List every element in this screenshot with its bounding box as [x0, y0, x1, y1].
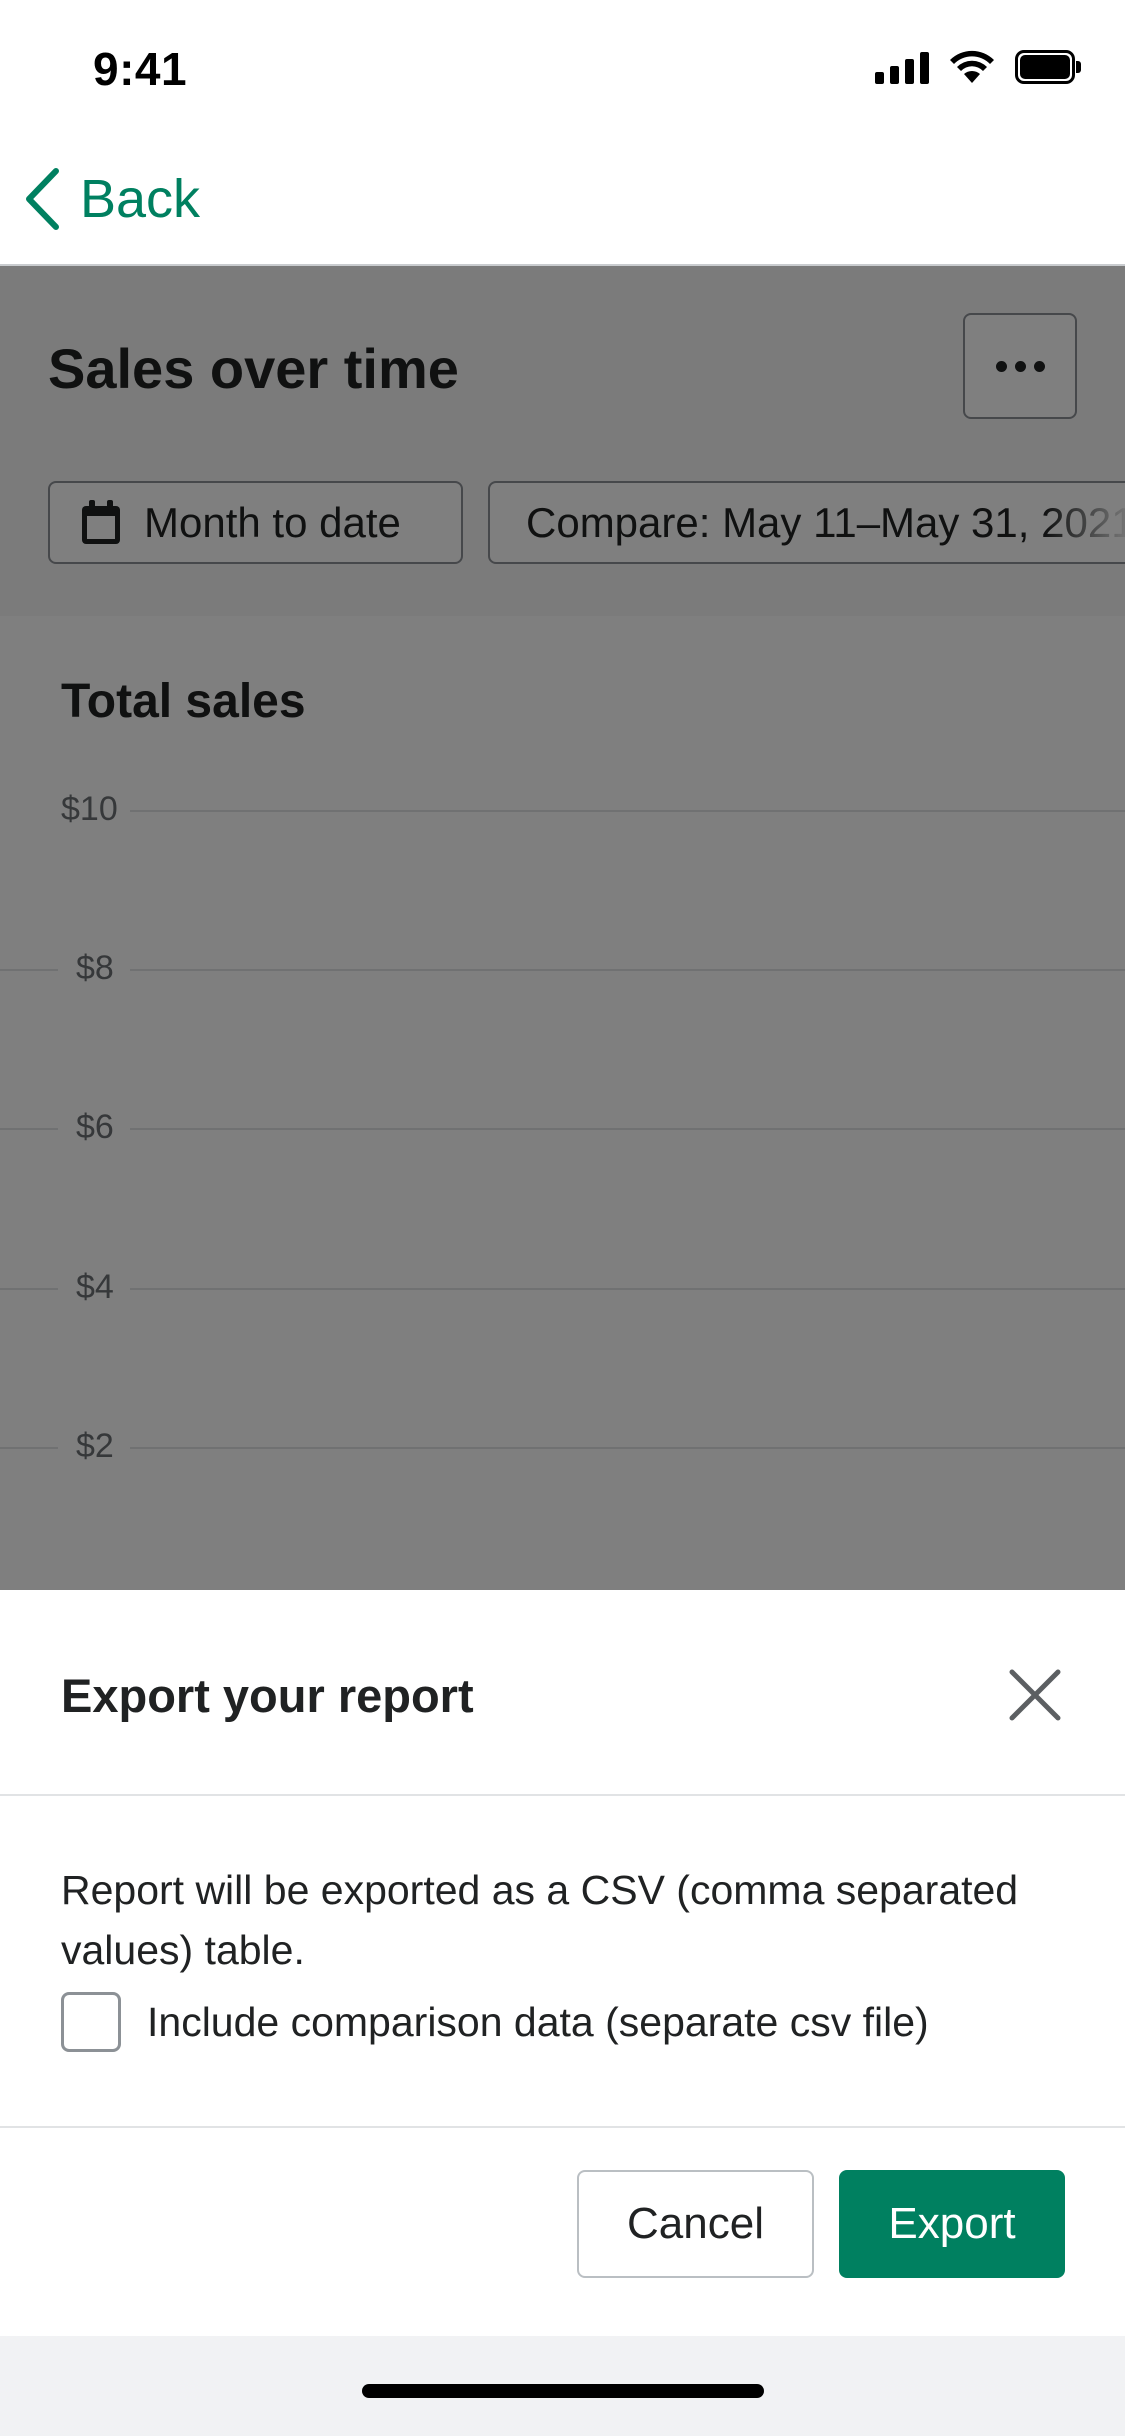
battery-icon [1015, 50, 1081, 84]
sheet-title: Export your report [61, 1669, 474, 1722]
status-time: 9:41 [93, 43, 188, 95]
home-indicator[interactable] [362, 2384, 764, 2398]
status-bar: 9:41 [0, 0, 1125, 132]
export-button[interactable]: Export [839, 2170, 1065, 2278]
sheet-footer: Cancel Export [0, 2128, 1125, 2336]
sheet-header: Export your report [0, 1590, 1125, 1796]
modal-backdrop[interactable] [0, 266, 1125, 1590]
wifi-icon [950, 50, 994, 83]
back-button[interactable]: Back [24, 162, 200, 236]
include-comparison-checkbox[interactable] [61, 1992, 121, 2052]
export-description: Report will be exported as a CSV (comma … [61, 1867, 1019, 1973]
cellular-signal-icon [875, 50, 929, 84]
sheet-body: Report will be exported as a CSV (comma … [0, 1796, 1125, 2128]
status-icons [875, 50, 1081, 84]
back-label: Back [80, 169, 201, 229]
include-comparison-option[interactable]: Include comparison data (separate csv fi… [61, 1992, 929, 2052]
chevron-left-icon [26, 168, 59, 230]
close-icon [1009, 1669, 1061, 1721]
close-button[interactable] [995, 1655, 1075, 1735]
cancel-button[interactable]: Cancel [577, 2170, 814, 2278]
include-comparison-label: Include comparison data (separate csv fi… [147, 1998, 929, 2045]
navigation-bar: Back [0, 132, 1125, 266]
export-sheet: Export your report Report will be export… [0, 1590, 1125, 2436]
home-indicator-area [0, 2336, 1125, 2436]
